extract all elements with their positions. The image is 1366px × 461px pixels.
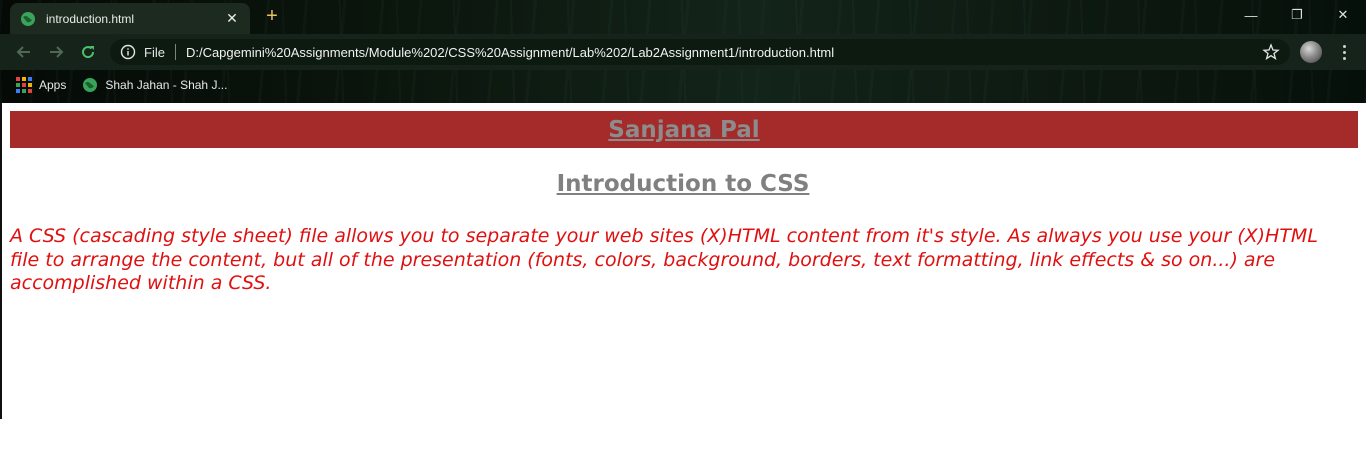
globe-icon (83, 78, 98, 92)
bookmark-star-icon[interactable] (1262, 43, 1280, 61)
reload-icon (82, 46, 95, 59)
url-text[interactable]: D:/Capgemini%20Assignments/Module%202/CS… (186, 45, 1262, 60)
close-window-button[interactable]: ✕ (1320, 0, 1366, 30)
reload-button[interactable] (78, 42, 98, 62)
browser-toolbar: File D:/Capgemini%20Assignments/Module%2… (0, 34, 1366, 70)
bookmark-label: Shah Jahan - Shah J... (105, 78, 228, 92)
bookmark-label: Apps (39, 78, 67, 92)
page-viewport: Sanjana Pal Introduction to CSS A CSS (c… (0, 103, 1366, 461)
bookmarks-bar: Apps Shah Jahan - Shah J... (0, 70, 1366, 100)
section-heading: Introduction to CSS (556, 171, 810, 197)
address-divider (174, 44, 176, 60)
intro-paragraph: A CSS (cascading style sheet) file allow… (10, 225, 1318, 294)
tab-title: introduction.html (46, 11, 135, 26)
back-button[interactable] (14, 42, 34, 62)
browser-chrome: introduction.html ✕ + — ❐ ✕ File D:/Capg… (0, 0, 1366, 103)
scheme-label: File (144, 44, 165, 60)
bookmark-apps[interactable]: Apps (16, 77, 66, 93)
minimize-button[interactable]: — (1228, 0, 1274, 30)
tab-strip: introduction.html ✕ + — ❐ ✕ (0, 0, 1366, 34)
tab-introduction[interactable]: introduction.html ✕ (10, 3, 250, 34)
globe-icon (21, 11, 35, 26)
page-title: Sanjana Pal (608, 116, 760, 143)
forward-button[interactable] (46, 42, 66, 62)
menu-dot-icon (1342, 50, 1346, 54)
profile-avatar[interactable] (1300, 41, 1322, 63)
new-tab-button[interactable]: + (262, 6, 282, 26)
browser-menu-button[interactable] (1338, 42, 1350, 62)
apps-grid-icon (16, 77, 32, 93)
arrow-left-icon (16, 46, 30, 58)
menu-dot-icon (1342, 44, 1346, 48)
menu-dot-icon (1342, 56, 1346, 60)
address-bar[interactable]: File D:/Capgemini%20Assignments/Module%2… (110, 39, 1290, 65)
title-banner: Sanjana Pal (10, 111, 1358, 148)
tab-close-icon[interactable]: ✕ (224, 10, 240, 27)
info-icon[interactable] (120, 44, 136, 60)
window-edge (0, 103, 2, 419)
window-controls: — ❐ ✕ (1228, 0, 1366, 30)
arrow-right-icon (50, 46, 64, 58)
bookmark-shah-jahan[interactable]: Shah Jahan - Shah J... (82, 77, 227, 93)
restore-button[interactable]: ❐ (1274, 0, 1320, 30)
